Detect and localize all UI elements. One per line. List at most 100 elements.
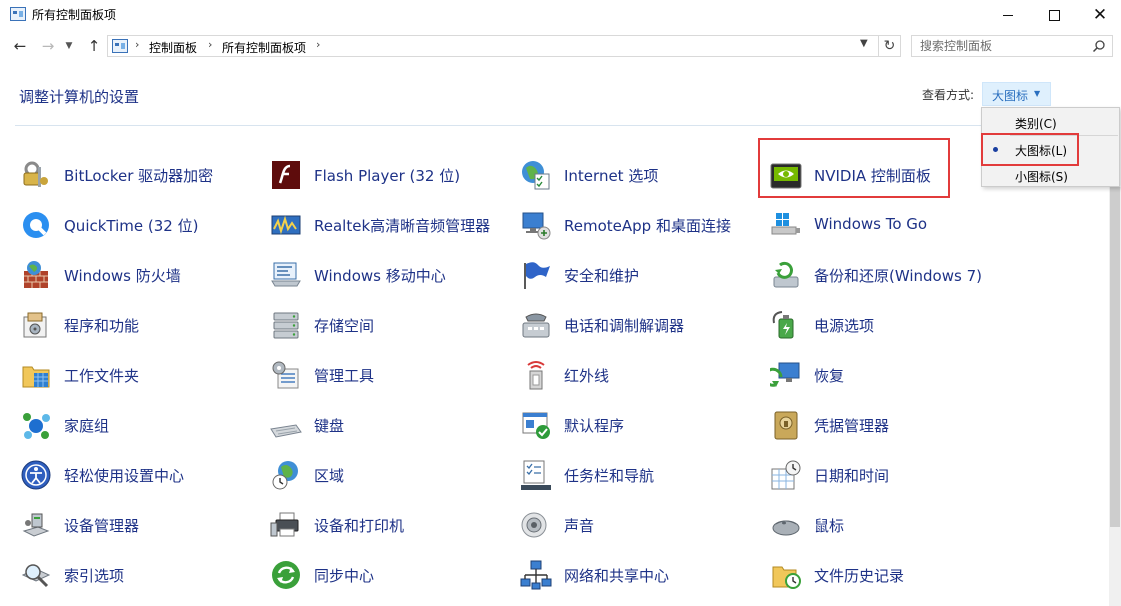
dropdown-arrow-icon: ▼ [1034,89,1041,98]
infrared-icon [527,361,545,390]
breadcrumb-separator[interactable]: › [316,38,320,51]
arrow-right-icon: → [41,37,55,55]
control-panel-icon [112,39,128,53]
forward-button[interactable]: → [38,36,58,56]
arrow-left-icon: ← [13,37,27,55]
item-label: 鼠标 [814,517,845,535]
item-label: Realtek高清晰音频管理器 [314,217,491,235]
refresh-icon: ↻ [883,38,896,54]
item-label: QuickTime (32 位) [64,217,199,235]
item-label: Flash Player (32 位) [314,167,461,185]
sync-center-icon [272,561,300,589]
flash-player-icon [272,161,300,189]
mobility-center-icon [271,262,301,287]
file-history-icon [772,566,801,589]
item-label: 声音 [564,517,595,535]
item-label: 区域 [314,467,345,485]
maximize-icon [1048,9,1060,21]
close-icon: ✕ [1092,4,1108,25]
item-label: Windows 移动中心 [314,267,446,285]
bitlocker-icon [23,161,48,187]
back-button[interactable]: ← [10,36,30,56]
menu-item-category[interactable]: 类别(C) [982,110,1119,134]
item-label: 索引选项 [64,567,125,585]
scrollbar-thumb[interactable] [1110,187,1120,527]
menu-item-small-icons[interactable]: 小图标(S) [982,163,1119,187]
work-folders-icon [22,366,50,388]
item-label: 备份和还原(Windows 7) [814,267,982,285]
realtek-audio-icon [271,215,301,235]
indexing-options-icon [21,564,51,588]
item-label: RemoteApp 和桌面连接 [564,217,731,235]
address-bar[interactable]: › 控制面板 › 所有控制面板项 › ▼ [107,35,879,57]
item-label: 设备管理器 [64,517,140,535]
item-label: 设备和打印机 [314,517,405,535]
control-panel-icon [10,7,26,21]
sound-icon [521,512,547,538]
internet-options-icon [522,161,550,190]
search-icon[interactable] [1092,39,1106,53]
backup-restore-icon [773,261,799,288]
search-input[interactable] [912,36,1090,56]
view-by-value: 大图标 [992,89,1029,103]
minimize-icon [1003,14,1013,16]
window-title: 所有控制面板项 [32,8,117,22]
recovery-icon [770,362,800,387]
item-label: 轻松使用设置中心 [64,467,185,485]
highlight-large-icons [981,133,1079,166]
item-label: 恢复 [814,367,845,385]
item-label: 红外线 [564,367,610,385]
header-divider [15,125,1110,126]
item-label: 默认程序 [564,417,625,435]
highlight-nvidia-item [758,138,950,198]
refresh-button[interactable]: ↻ [879,35,901,57]
item-label: 程序和功能 [64,317,140,335]
credential-manager-icon [774,411,798,440]
page-title: 调整计算机的设置 [19,88,140,106]
quicktime-icon [23,212,49,238]
arrow-up-icon: ↑ [87,37,101,55]
minimize-button[interactable] [985,0,1031,30]
item-label: 日期和时间 [814,467,890,485]
item-label: 工作文件夹 [64,367,140,385]
remoteapp-icon [522,212,551,240]
keyboard-icon [270,424,302,438]
item-label: 凭据管理器 [814,417,890,435]
address-dropdown-button[interactable]: ▼ [860,38,868,49]
item-label: 安全和维护 [564,267,640,285]
network-sharing-icon [520,560,552,590]
item-label: 电源选项 [814,317,875,335]
date-time-icon [771,460,801,490]
up-button[interactable]: ↑ [84,36,104,56]
breadcrumb-all-items[interactable]: 所有控制面板项 [222,39,306,56]
ease-of-access-icon [21,460,51,490]
power-options-icon [772,311,794,339]
search-box[interactable] [911,35,1113,57]
navigation-bar: ← → ▼ ↑ › 控制面板 › 所有控制面板项 › ▼ ↻ [0,33,1121,60]
homegroup-icon [23,413,50,439]
item-label: 任务栏和导航 [564,467,655,485]
title-bar: 所有控制面板项 ✕ [0,0,1121,30]
programs-features-icon [23,312,47,338]
storage-spaces-icon [273,312,299,339]
close-button[interactable]: ✕ [1077,0,1121,30]
breadcrumb-separator: › [135,38,140,51]
item-label: 文件历史记录 [814,567,905,585]
view-by-dropdown[interactable]: 大图标 ▼ [982,82,1051,106]
item-label: Windows 防火墙 [64,267,181,285]
item-label: 电话和调制解调器 [564,317,685,335]
item-label: 存储空间 [314,317,375,335]
item-label: 同步中心 [314,567,375,585]
region-icon [272,461,298,490]
breadcrumb-control-panel[interactable]: 控制面板 [149,39,197,56]
recent-locations-button[interactable]: ▼ [62,36,76,56]
item-label: 键盘 [314,417,345,435]
view-by-label: 查看方式: [922,88,975,102]
devices-printers-icon [270,512,299,537]
phone-modem-icon [522,313,550,338]
item-label: Windows To Go [814,215,928,233]
maximize-button[interactable] [1031,0,1077,30]
control-panel-window: 所有控制面板项 ✕ ← → ▼ ↑ › 控制面板 › 所有控制面板项 › ▼ ↻… [0,0,1121,606]
admin-tools-icon [272,361,299,389]
breadcrumb-separator[interactable]: › [208,38,212,51]
